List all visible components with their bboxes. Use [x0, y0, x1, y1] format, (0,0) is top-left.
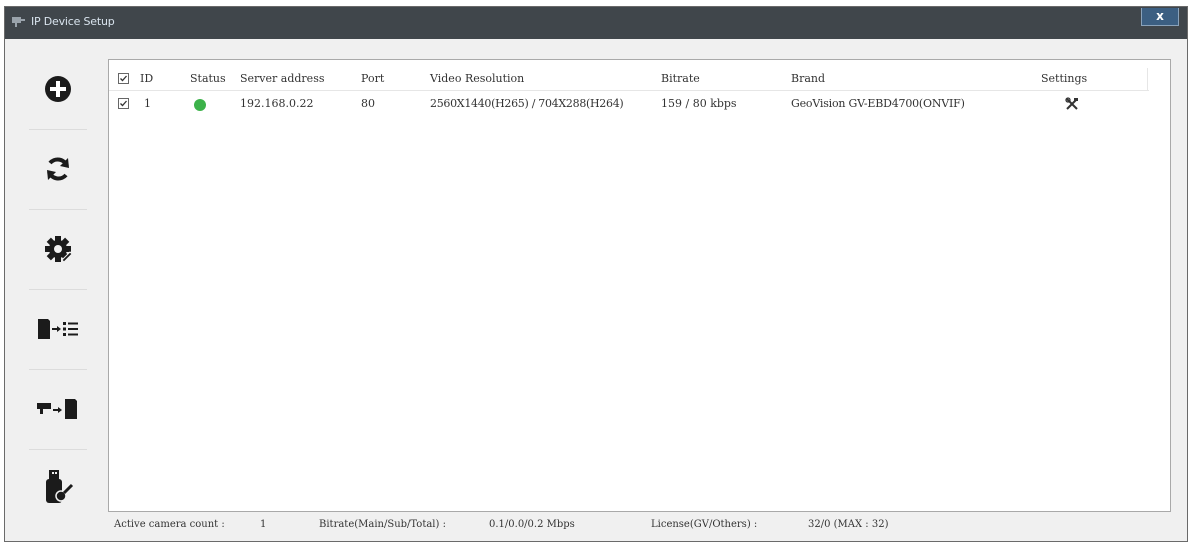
sidebar: [21, 49, 95, 529]
settings-button[interactable]: [21, 209, 95, 289]
title-bar[interactable]: IP Device Setup x: [5, 7, 1187, 39]
check-mark-icon: [120, 75, 127, 82]
column-header-settings[interactable]: Settings: [1041, 72, 1087, 85]
active-camera-count-label: Active camera count :: [114, 519, 225, 530]
cell-bitrate: 159 / 80 kbps: [661, 97, 737, 110]
column-header-status[interactable]: Status: [190, 72, 226, 85]
camera-to-file-icon: [37, 399, 77, 419]
refresh-icon: [47, 157, 69, 181]
column-header-brand[interactable]: Brand: [791, 72, 825, 85]
app-icon: [12, 17, 25, 27]
usb-key-icon: [46, 470, 74, 503]
active-camera-count-value: 1: [260, 519, 267, 530]
add-circle-icon: [45, 76, 71, 102]
bitrate-label: Bitrate(Main/Sub/Total) :: [319, 519, 446, 530]
refresh-button[interactable]: [21, 129, 95, 209]
cell-id: 1: [144, 97, 151, 110]
table-row[interactable]: 1 192.168.0.22 80 2560X1440(H265) / 704X…: [109, 93, 1149, 115]
license-value: 32/0 (MAX : 32): [808, 519, 889, 530]
select-all-checkbox[interactable]: [118, 73, 129, 84]
cell-video-resolution: 2560X1440(H265) / 704X288(H264): [430, 97, 624, 110]
settings-gear-icon: [45, 236, 73, 263]
usb-key-button[interactable]: [21, 449, 95, 529]
column-header-server-address[interactable]: Server address: [240, 72, 324, 85]
import-to-list-icon: [38, 319, 78, 339]
license-label: License(GV/Others) :: [651, 519, 758, 530]
row-checkbox[interactable]: [118, 98, 129, 109]
camera-to-file-button[interactable]: [21, 369, 95, 449]
settings-tools-icon[interactable]: [1065, 97, 1079, 111]
cell-port: 80: [361, 97, 375, 110]
cell-server-address: 192.168.0.22: [240, 97, 314, 110]
table-header: ID Status Server address Port Video Reso…: [109, 68, 1149, 91]
scrollbar-corner: [1147, 68, 1170, 90]
column-header-video-resolution[interactable]: Video Resolution: [430, 72, 524, 85]
cell-brand: GeoVision GV-EBD4700(ONVIF): [791, 97, 965, 110]
status-bar: Active camera count : 1 Bitrate(Main/Sub…: [108, 514, 1171, 536]
import-to-list-button[interactable]: [21, 289, 95, 369]
check-mark-icon: [120, 100, 127, 107]
column-header-bitrate[interactable]: Bitrate: [661, 72, 700, 85]
status-online-icon: [194, 99, 206, 111]
bitrate-value: 0.1/0.0/0.2 Mbps: [489, 519, 575, 530]
column-header-port[interactable]: Port: [361, 72, 384, 85]
add-device-button[interactable]: [21, 49, 95, 129]
window-title: IP Device Setup: [31, 15, 115, 28]
column-header-id[interactable]: ID: [140, 72, 153, 85]
close-button[interactable]: x: [1141, 8, 1179, 26]
ip-device-setup-window: IP Device Setup x ID Status Server addre…: [4, 6, 1188, 542]
device-list-panel: ID Status Server address Port Video Reso…: [108, 59, 1171, 512]
